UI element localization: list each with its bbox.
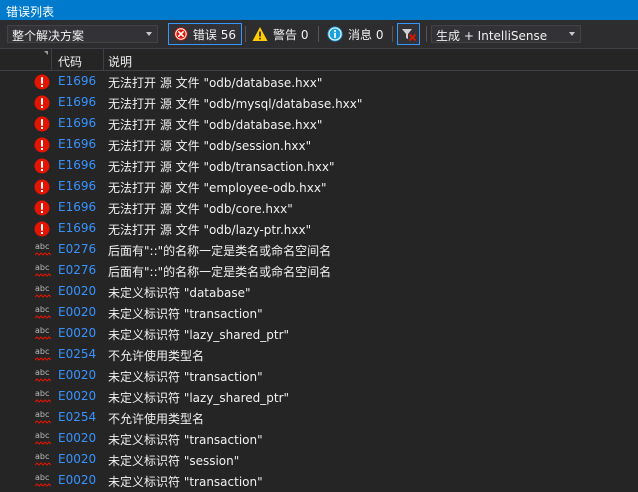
error-icon xyxy=(34,221,50,237)
error-description: 后面有"::"的名称一定是类名或命名空间名 xyxy=(108,265,332,279)
error-code-link[interactable]: E1696 xyxy=(58,95,96,109)
error-list-toolbar: 整个解决方案 错误 56 警告 0 消息 0 生成 + IntelliSense xyxy=(0,20,638,49)
table-row[interactable]: abc E0254 不允许使用类型名 xyxy=(0,344,638,365)
error-code-link[interactable]: E1696 xyxy=(58,158,96,172)
toolbar-divider xyxy=(245,26,246,42)
error-code-link[interactable]: E1696 xyxy=(58,74,96,88)
error-code-link[interactable]: E0020 xyxy=(58,305,96,319)
column-header-code[interactable]: 代码 xyxy=(58,53,82,70)
table-row[interactable]: abc E0276 后面有"::"的名称一定是类名或命名空间名 xyxy=(0,239,638,260)
warnings-filter-label: 警告 0 xyxy=(273,27,309,42)
table-row[interactable]: abc E0020 未定义标识符 "session" xyxy=(0,449,638,470)
error-description: 未定义标识符 "transaction" xyxy=(108,433,263,447)
scope-dropdown-value: 整个解决方案 xyxy=(12,29,85,43)
column-header-description[interactable]: 说明 xyxy=(108,53,132,70)
warnings-filter-button[interactable]: 警告 0 xyxy=(247,23,313,45)
error-description: 无法打开 源 文件 "employee-odb.hxx" xyxy=(108,181,327,195)
error-description: 未定义标识符 "transaction" xyxy=(108,475,263,489)
table-row[interactable]: abc E0020 未定义标识符 "transaction" xyxy=(0,470,638,491)
build-source-dropdown-value: 生成 + IntelliSense xyxy=(436,29,548,43)
error-description: 无法打开 源 文件 "odb/database.hxx" xyxy=(108,76,323,90)
table-row[interactable]: E1696 无法打开 源 文件 "odb/database.hxx" xyxy=(0,71,638,92)
error-description: 未定义标识符 "lazy_shared_ptr" xyxy=(108,328,290,342)
toolbar-divider xyxy=(426,26,427,42)
error-description: 无法打开 源 文件 "odb/session.hxx" xyxy=(108,139,312,153)
error-code-link[interactable]: E0020 xyxy=(58,431,96,445)
column-header: 代码 说明 xyxy=(0,49,638,71)
error-icon xyxy=(174,27,188,41)
warning-icon xyxy=(252,27,268,41)
error-code-link[interactable]: E0254 xyxy=(58,347,96,361)
table-row[interactable]: abc E0254 不允许使用类型名 xyxy=(0,407,638,428)
error-code-link[interactable]: E0020 xyxy=(58,284,96,298)
toolbar-divider xyxy=(392,26,393,42)
error-icon xyxy=(34,95,50,111)
error-description: 无法打开 源 文件 "odb/mysql/database.hxx" xyxy=(108,97,363,111)
error-icon xyxy=(34,158,50,174)
error-description: 未定义标识符 "lazy_shared_ptr" xyxy=(108,391,290,405)
error-list-title-bar: 错误列表 xyxy=(0,0,638,20)
error-description: 无法打开 源 文件 "odb/transaction.hxx" xyxy=(108,160,335,174)
column-divider[interactable] xyxy=(51,49,52,70)
column-divider[interactable] xyxy=(103,49,104,70)
table-row[interactable]: E1696 无法打开 源 文件 "employee-odb.hxx" xyxy=(0,176,638,197)
error-description: 无法打开 源 文件 "odb/lazy-ptr.hxx" xyxy=(108,223,312,237)
table-row[interactable]: abc E0020 未定义标识符 "database" xyxy=(0,281,638,302)
table-row[interactable]: E1696 无法打开 源 文件 "odb/mysql/database.hxx" xyxy=(0,92,638,113)
error-code-link[interactable]: E0020 xyxy=(58,368,96,382)
error-icon xyxy=(34,74,50,90)
table-row[interactable]: abc E0020 未定义标识符 "transaction" xyxy=(0,365,638,386)
error-icon xyxy=(34,200,50,216)
error-code-link[interactable]: E0254 xyxy=(58,410,96,424)
error-description: 无法打开 源 文件 "odb/core.hxx" xyxy=(108,202,293,216)
column-chooser-corner-icon[interactable] xyxy=(44,51,48,55)
error-code-link[interactable]: E1696 xyxy=(58,116,96,130)
error-description: 后面有"::"的名称一定是类名或命名空间名 xyxy=(108,244,332,258)
error-code-link[interactable]: E0020 xyxy=(58,452,96,466)
error-code-link[interactable]: E0020 xyxy=(58,326,96,340)
error-code-link[interactable]: E1696 xyxy=(58,221,96,235)
messages-filter-button[interactable]: 消息 0 xyxy=(322,23,388,45)
error-code-link[interactable]: E1696 xyxy=(58,179,96,193)
error-description: 未定义标识符 "transaction" xyxy=(108,370,263,384)
filter-icon xyxy=(402,29,416,41)
error-icon xyxy=(34,116,50,132)
toolbar-divider xyxy=(318,26,319,42)
table-row[interactable]: E1696 无法打开 源 文件 "odb/core.hxx" xyxy=(0,197,638,218)
error-description: 未定义标识符 "transaction" xyxy=(108,307,263,321)
table-row[interactable]: E1696 无法打开 源 文件 "odb/transaction.hxx" xyxy=(0,155,638,176)
error-code-link[interactable]: E1696 xyxy=(58,200,96,214)
table-row[interactable]: abc E0020 未定义标识符 "transaction" xyxy=(0,302,638,323)
chevron-down-icon xyxy=(569,32,575,36)
error-description: 未定义标识符 "session" xyxy=(108,454,240,468)
error-description: 无法打开 源 文件 "odb/database.hxx" xyxy=(108,118,323,132)
table-row[interactable]: E1696 无法打开 源 文件 "odb/lazy-ptr.hxx" xyxy=(0,218,638,239)
error-code-link[interactable]: E0276 xyxy=(58,242,96,256)
scope-dropdown[interactable]: 整个解决方案 xyxy=(7,25,158,43)
error-code-link[interactable]: E1696 xyxy=(58,137,96,151)
messages-filter-label: 消息 0 xyxy=(348,27,384,42)
filter-button[interactable] xyxy=(397,23,420,45)
error-description: 未定义标识符 "database" xyxy=(108,286,251,300)
table-row[interactable]: E1696 无法打开 源 文件 "odb/session.hxx" xyxy=(0,134,638,155)
error-code-link[interactable]: E0020 xyxy=(58,473,96,487)
error-icon xyxy=(34,137,50,153)
error-list-rows: E1696 无法打开 源 文件 "odb/database.hxx" E1696 无法… xyxy=(0,71,638,491)
table-row[interactable]: abc E0276 后面有"::"的名称一定是类名或命名空间名 xyxy=(0,260,638,281)
errors-filter-label: 错误 56 xyxy=(192,27,236,42)
table-row[interactable]: abc E0020 未定义标识符 "transaction" xyxy=(0,428,638,449)
table-row[interactable]: E1696 无法打开 源 文件 "odb/database.hxx" xyxy=(0,113,638,134)
table-row[interactable]: abc E0020 未定义标识符 "lazy_shared_ptr" xyxy=(0,386,638,407)
errors-filter-button[interactable]: 错误 56 xyxy=(168,23,242,45)
error-code-link[interactable]: E0276 xyxy=(58,263,96,277)
error-code-link[interactable]: E0020 xyxy=(58,389,96,403)
window-title: 错误列表 xyxy=(6,5,55,19)
table-row[interactable]: abc E0020 未定义标识符 "lazy_shared_ptr" xyxy=(0,323,638,344)
error-description: 不允许使用类型名 xyxy=(108,412,205,426)
error-icon xyxy=(34,179,50,195)
error-description: 不允许使用类型名 xyxy=(108,349,205,363)
build-source-dropdown[interactable]: 生成 + IntelliSense xyxy=(431,25,581,43)
chevron-down-icon xyxy=(146,32,152,36)
info-icon xyxy=(327,26,343,42)
